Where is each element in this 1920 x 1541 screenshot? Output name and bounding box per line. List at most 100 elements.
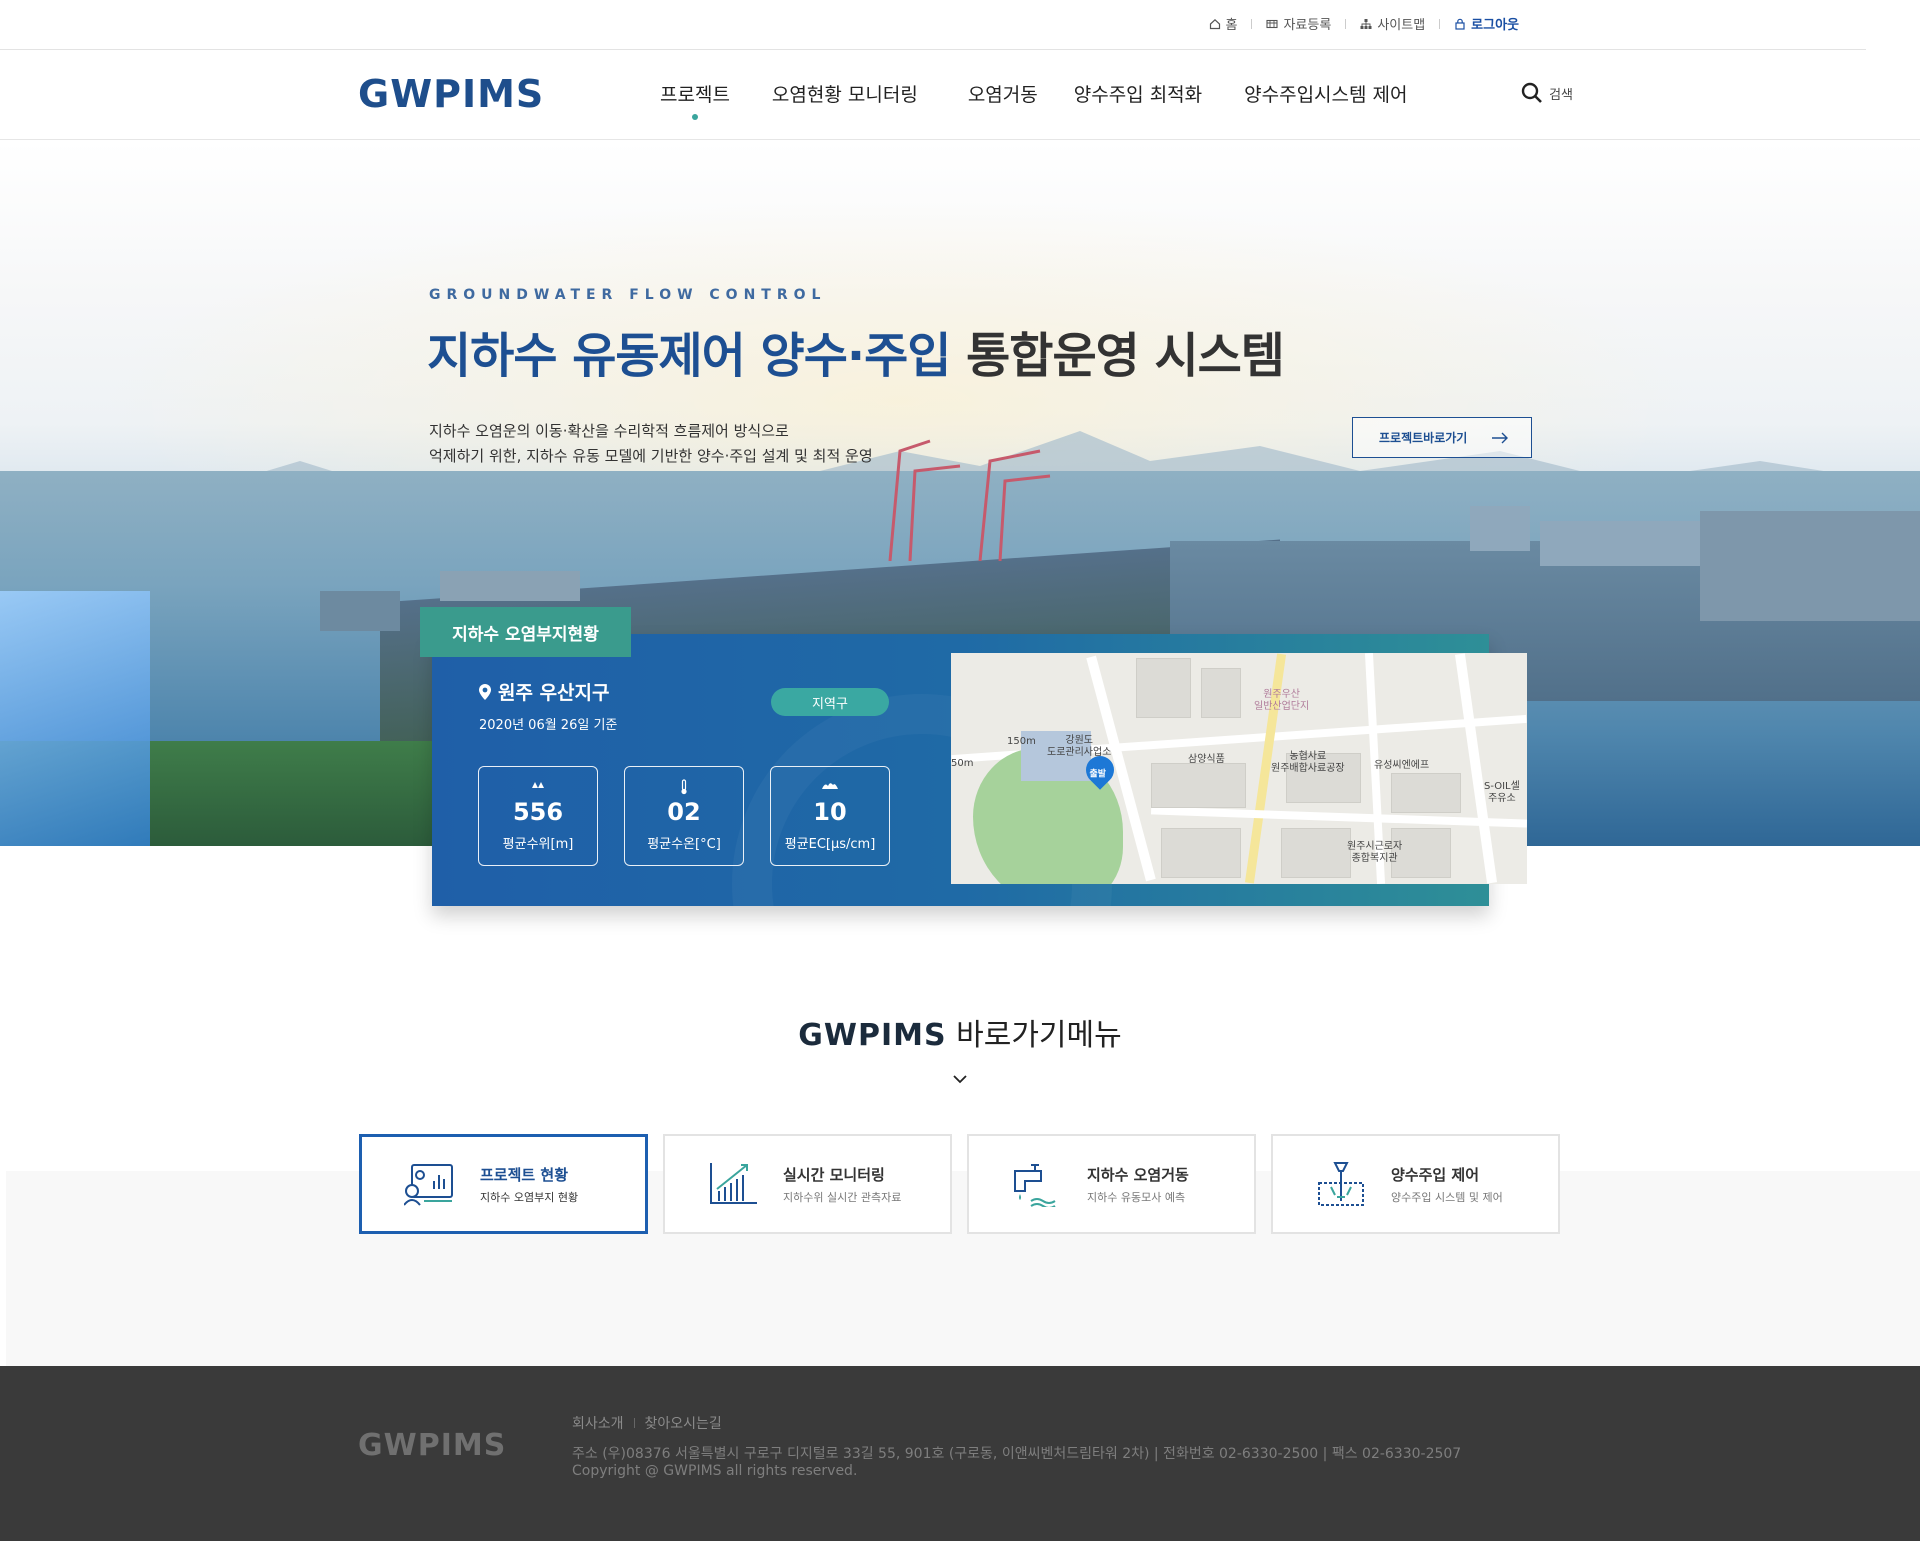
search-label: 검색	[1549, 87, 1573, 103]
map-block	[1136, 658, 1191, 718]
thermometer-icon	[681, 779, 687, 795]
project-status-icon	[404, 1164, 453, 1206]
quick-item-title: 실시간 모니터링	[783, 1165, 885, 1184]
stat-ec: 10 평균EC[μs/cm]	[770, 766, 890, 866]
status-date: 2020년 06월 26일 기준	[479, 718, 618, 733]
pump-control-icon	[1318, 1162, 1364, 1206]
quick-item-title: 프로젝트 현황	[480, 1165, 569, 1184]
logout-link[interactable]: 로그아웃	[1454, 14, 1519, 33]
quick-item-sub: 지하수위 실시간 관측자료	[783, 1190, 902, 1204]
water-level-icon	[532, 782, 544, 788]
footer-link-about[interactable]: 회사소개	[572, 1413, 624, 1433]
home-link[interactable]: 홈	[1209, 14, 1238, 33]
nav-item-monitoring[interactable]: 오염현황 모니터링	[772, 80, 918, 107]
chevron-down-icon	[953, 1075, 967, 1084]
building-image	[440, 571, 580, 601]
home-icon	[1209, 18, 1220, 29]
sitemap-label: 사이트맵	[1377, 18, 1426, 33]
map-scale-label: 50m	[951, 758, 974, 769]
site-logo[interactable]: GWPIMS	[358, 72, 544, 116]
footer-copyright: Copyright @ GWPIMS all rights reserved.	[572, 1463, 858, 1479]
footer-link-directions[interactable]: 찾아오시는길	[645, 1413, 722, 1433]
footer: GWPIMS 회사소개 찾아오시는길 주소 (우)08376 서울특별시 구로구…	[0, 1366, 1920, 1541]
location-map[interactable]: 150m 50m 강원도 도로관리사업소 원주우산 일반산업단지 삼양식품 농협…	[951, 653, 1527, 884]
page: 홈 자료등록 사이트맵 로그아웃 GWPIMS 프로젝트 오염현황 모니터링 오…	[0, 0, 1920, 1541]
footer-logo: GWPIMS	[358, 1428, 507, 1463]
quick-menu-title: GWPIMS 바로가기메뉴	[0, 1010, 1920, 1054]
stat-label: 평균수위[m]	[502, 837, 574, 852]
map-block	[1391, 773, 1461, 813]
building-image	[1700, 511, 1920, 621]
hero-title-rest: 통합운영 시스템	[950, 328, 1285, 384]
location-name: 원주 우산지구	[498, 682, 610, 704]
map-pin-label: 출발	[1089, 769, 1107, 780]
status-tab[interactable]: 지하수 오염부지현황	[420, 607, 631, 657]
sitemap-icon	[1360, 18, 1372, 29]
quick-item-sub: 양수주입 시스템 및 제어	[1391, 1190, 1503, 1204]
stat-label: 평균수온[°C]	[647, 837, 721, 852]
quick-item-monitoring[interactable]: 실시간 모니터링 지하수위 실시간 관측자료	[663, 1134, 952, 1234]
map-scale-label: 150m	[1007, 736, 1036, 747]
stat-value: 02	[667, 798, 701, 826]
chart-monitoring-icon	[710, 1163, 757, 1204]
hero-description: 지하수 오염운의 이동·확산을 수리학적 흐름제어 방식으로 억제하기 위한, …	[429, 419, 873, 469]
lock-icon	[1455, 18, 1465, 30]
go-project-button[interactable]: 프로젝트바로가기	[1352, 417, 1532, 458]
main-header: GWPIMS 프로젝트 오염현황 모니터링 오염거동 양수주입 최적화 양수주입…	[0, 50, 1920, 140]
building-image	[1540, 521, 1700, 566]
quick-item-project-status[interactable]: 프로젝트 현황 지하수 오염부지 현황	[359, 1134, 648, 1234]
utility-links: 홈 자료등록 사이트맵 로그아웃	[1209, 14, 1519, 33]
logout-label: 로그아웃	[1471, 18, 1519, 33]
search-button[interactable]: 검색	[1521, 82, 1573, 104]
quick-item-contamination[interactable]: 지하수 오염거동 지하수 유동모사 예측	[967, 1134, 1256, 1234]
divider	[1345, 18, 1347, 29]
stat-water-temp: 02 평균수온[°C]	[624, 766, 744, 866]
divider	[633, 1418, 635, 1428]
building-image	[1470, 506, 1530, 551]
nav-item-system-control[interactable]: 양수주입시스템 제어	[1244, 80, 1407, 107]
location-title: 원주 우산지구	[478, 678, 610, 705]
map-block	[1281, 828, 1351, 878]
cranes-image	[888, 439, 1051, 561]
arrow-right-icon	[1492, 432, 1508, 443]
hero-desc-line1: 지하수 오염운의 이동·확산을 수리학적 흐름제어 방식으로	[429, 422, 789, 440]
map-block	[1161, 828, 1241, 878]
location-pin-icon	[479, 683, 491, 700]
quick-item-sub: 지하수 오염부지 현황	[480, 1190, 579, 1204]
map-label-nonghyup: 농협사료 원주배합사료공장	[1271, 751, 1345, 774]
data-register-link[interactable]: 자료등록	[1266, 14, 1331, 33]
data-register-icon	[1266, 19, 1279, 28]
map-block	[1201, 668, 1241, 718]
stat-water-level: 556 평균수위[m]	[478, 766, 598, 866]
utility-bar: 홈 자료등록 사이트맵 로그아웃	[0, 0, 1866, 50]
map-label-complex: 원주우산 일반산업단지	[1254, 689, 1310, 712]
map-label-samyang: 삼양식품	[1188, 754, 1225, 765]
stat-label: 평균EC[μs/cm]	[784, 837, 876, 852]
map-block	[1151, 763, 1246, 808]
divider	[1251, 18, 1253, 29]
nav-item-contamination[interactable]: 오염거동	[968, 80, 1038, 107]
divider	[1439, 18, 1441, 29]
quick-item-sub: 지하수 유동모사 예측	[1087, 1190, 1186, 1204]
nav-item-optimization[interactable]: 양수주입 최적화	[1074, 80, 1202, 107]
hero-title: 지하수 유동제어 양수·주입 통합운영 시스템	[427, 316, 1285, 386]
region-button[interactable]: 지역구	[771, 688, 889, 716]
hero-glass-structure	[0, 591, 150, 846]
footer-links: 회사소개 찾아오시는길	[572, 1413, 722, 1433]
stat-value: 556	[512, 798, 564, 826]
building-image	[320, 591, 400, 631]
map-label-yusung: 유성씨엔에프	[1374, 760, 1430, 771]
home-label: 홈	[1225, 18, 1238, 33]
main-nav: 프로젝트 오염현황 모니터링 오염거동 양수주입 최적화 양수주입시스템 제어	[660, 80, 1448, 120]
hero-subtitle: GROUNDWATER FLOW CONTROL	[429, 287, 827, 303]
sitemap-link[interactable]: 사이트맵	[1360, 14, 1425, 33]
footer-address: 주소 (우)08376 서울특별시 구로구 디지털로 33길 55, 901호 …	[572, 1446, 1462, 1462]
map-road	[1150, 806, 1527, 828]
map-road	[1454, 653, 1498, 884]
faucet-icon	[1014, 1164, 1056, 1207]
stats-list: 556 평균수위[m] 02 평균수온[°C] 10 평균EC[μs/cm]	[478, 766, 890, 866]
wave-icon	[822, 783, 838, 789]
quick-item-pump-control[interactable]: 양수주입 제어 양수주입 시스템 및 제어	[1271, 1134, 1560, 1234]
go-project-label: 프로젝트바로가기	[1379, 431, 1468, 445]
nav-item-project[interactable]: 프로젝트	[660, 80, 730, 120]
